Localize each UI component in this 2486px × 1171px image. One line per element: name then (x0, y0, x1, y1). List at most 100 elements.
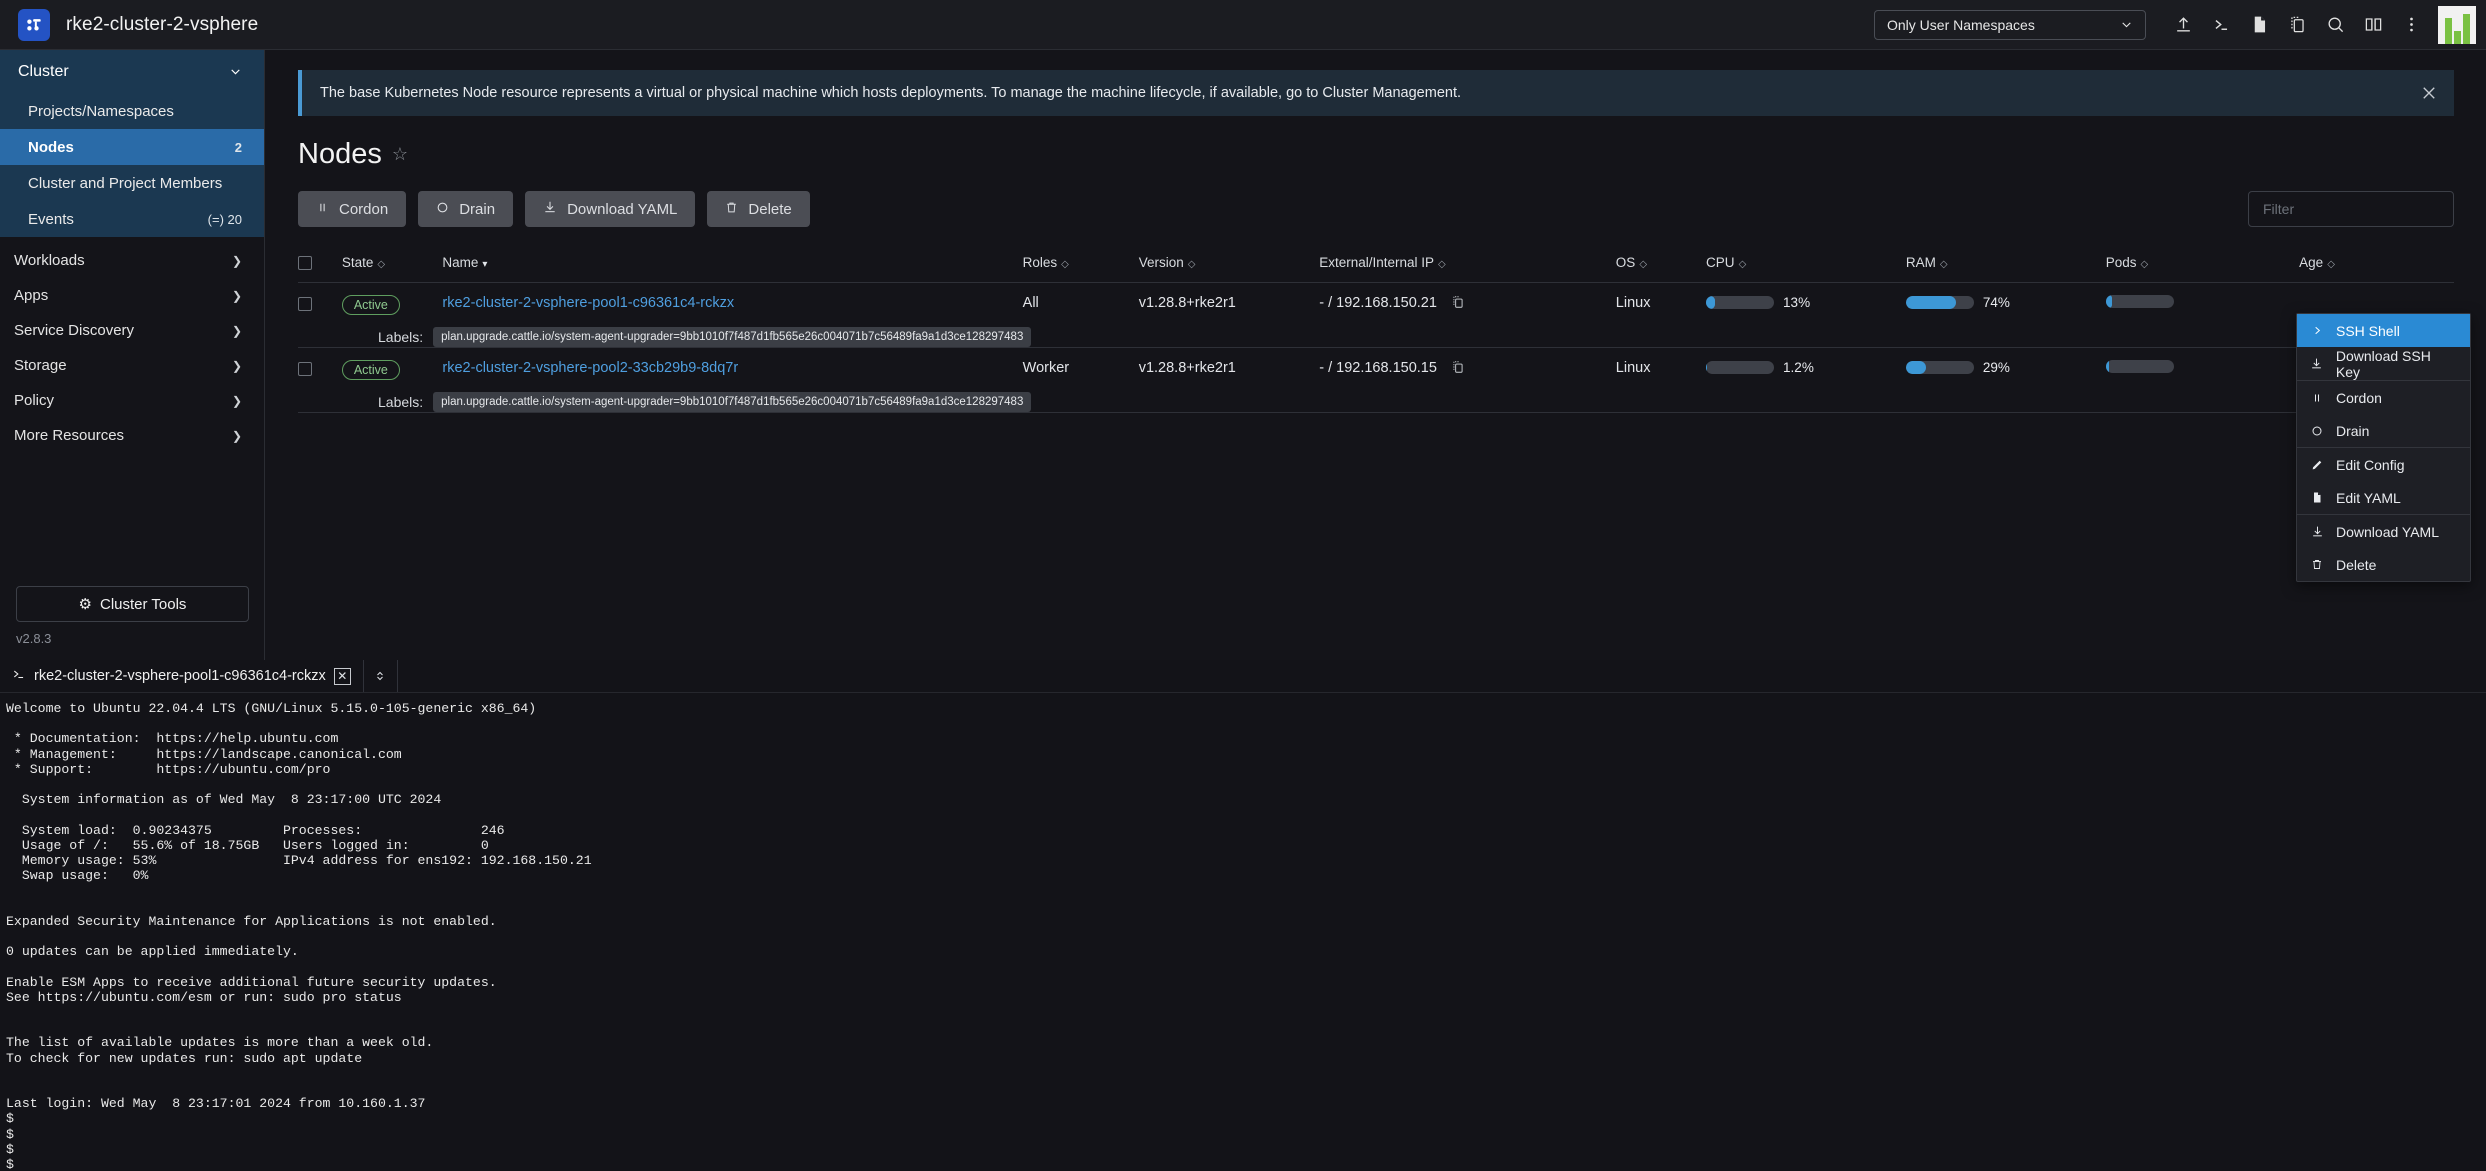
row-checkbox[interactable] (298, 361, 312, 376)
sidebar-group-cluster[interactable]: Cluster (0, 50, 264, 93)
close-icon[interactable] (2420, 84, 2438, 102)
col-os[interactable]: OS ◇ (1615, 245, 1707, 284)
cordon-button-label: Cordon (339, 200, 389, 218)
favorite-star-icon[interactable]: ☆ (392, 144, 408, 165)
chevron-right-icon: ❯ (231, 288, 242, 303)
col-ip-label: External/Internal IP (1319, 255, 1435, 271)
col-name-label: Name (442, 255, 479, 271)
sort-icon: ◇ (1438, 259, 1446, 271)
row-ip-value: - / 192.168.150.21 (1319, 295, 1437, 312)
chevron-down-icon (231, 69, 240, 75)
filter-input[interactable] (2248, 191, 2454, 227)
row-select-cell[interactable] (298, 283, 342, 316)
cluster-tools-button[interactable]: ⚙ Cluster Tools (16, 586, 249, 622)
sidebar-subitems: Projects/Namespaces Nodes 2 Cluster and … (0, 93, 264, 237)
col-ip[interactable]: External/Internal IP ◇ (1319, 245, 1616, 284)
file-icon[interactable] (2240, 0, 2278, 50)
cordon-button[interactable]: Cordon (298, 191, 407, 227)
menu-item-label: Delete (2336, 556, 2377, 573)
row-os-cell: Linux (1615, 360, 1651, 377)
col-name[interactable]: Name ▾ (442, 245, 1023, 284)
menu-item-ssh-shell[interactable]: SSH Shell (2297, 314, 2470, 347)
sidebar-item-service-discovery[interactable]: Service Discovery ❯ (0, 313, 264, 348)
menu-item-drain[interactable]: Drain (2297, 414, 2470, 447)
row-version-cell: v1.28.8+rke2r1 (1138, 295, 1236, 312)
col-roles[interactable]: Roles ◇ (1022, 245, 1139, 284)
ram-meter (1905, 296, 1974, 310)
terminal-tab[interactable]: rke2-cluster-2-vsphere-pool1-c96361c4-rc… (0, 660, 364, 692)
sidebar-item-apps[interactable]: Apps ❯ (0, 278, 264, 313)
kubectl-shell-icon[interactable] (2202, 0, 2240, 50)
table-row[interactable]: Active rke2-cluster-2-vsphere-pool1-c963… (298, 283, 2454, 316)
copy-kubeconfig-icon[interactable] (2278, 0, 2316, 50)
col-ram[interactable]: RAM ◇ (1905, 245, 2106, 284)
row-name-cell[interactable]: rke2-cluster-2-vsphere-pool2-33cb29b9-8d… (442, 348, 1022, 381)
pods-meter (2105, 360, 2174, 374)
menu-item-edit-yaml[interactable]: Edit YAML (2297, 481, 2470, 514)
menu-item-cordon[interactable]: Cordon (2297, 381, 2470, 414)
chevron-right-icon: ❯ (231, 428, 242, 443)
col-pods[interactable]: Pods ◇ (2105, 245, 2300, 284)
search-icon[interactable] (2316, 0, 2354, 50)
sidebar-item-events[interactable]: Events (=) 20 (0, 201, 264, 237)
chevron-right-icon: ❯ (231, 253, 242, 268)
select-all-header[interactable] (298, 245, 342, 284)
sidebar-item-projects-namespaces[interactable]: Projects/Namespaces (0, 93, 264, 129)
file-icon (2309, 491, 2325, 504)
node-name-link[interactable]: rke2-cluster-2-vsphere-pool1-c96361c4-rc… (442, 295, 734, 311)
terminal-output[interactable]: Welcome to Ubuntu 22.04.4 LTS (GNU/Linux… (0, 693, 2486, 1171)
user-avatar[interactable] (2438, 5, 2476, 44)
menu-item-delete[interactable]: Delete (2297, 548, 2470, 581)
node-name-link[interactable]: rke2-cluster-2-vsphere-pool2-33cb29b9-8d… (442, 360, 738, 376)
status-badge: Active (341, 295, 400, 316)
col-os-label: OS (1615, 255, 1636, 271)
col-version[interactable]: Version ◇ (1138, 245, 1320, 284)
sidebar-item-workloads[interactable]: Workloads ❯ (0, 243, 264, 278)
col-age[interactable]: Age ◇ (2299, 245, 2454, 284)
label-chip: plan.upgrade.cattle.io/system-agent-upgr… (433, 327, 1032, 348)
delete-button[interactable]: Delete (707, 191, 810, 227)
row-name-cell[interactable]: rke2-cluster-2-vsphere-pool1-c96361c4-rc… (442, 283, 1022, 316)
copy-icon[interactable] (1451, 360, 1465, 378)
sidebar-item-storage[interactable]: Storage ❯ (0, 348, 264, 383)
menu-item-label: Cordon (2336, 389, 2382, 406)
download-yaml-button[interactable]: Download YAML (525, 191, 696, 227)
terminal-panel: rke2-cluster-2-vsphere-pool1-c96361c4-rc… (0, 660, 2486, 1171)
row-select-cell[interactable] (298, 348, 342, 381)
namespace-filter-select[interactable]: Only User Namespaces (1874, 9, 2146, 40)
sidebar-item-policy[interactable]: Policy ❯ (0, 383, 264, 418)
menu-item-download-yaml[interactable]: Download YAML (2297, 515, 2470, 548)
close-icon[interactable]: ✕ (333, 667, 351, 685)
row-cpu-cell: 13% (1706, 283, 1906, 316)
docs-book-icon[interactable] (2354, 0, 2392, 50)
col-cpu[interactable]: CPU ◇ (1706, 245, 1906, 284)
col-cpu-label: CPU (1706, 255, 1735, 271)
kebab-menu-icon[interactable] (2392, 0, 2430, 50)
expand-collapse-icon[interactable] (364, 660, 398, 692)
info-banner: The base Kubernetes Node resource repres… (298, 70, 2454, 116)
cluster-logo-icon (18, 8, 50, 41)
row-ip-cell: - / 192.168.150.15 (1319, 348, 1616, 381)
menu-item-edit-config[interactable]: Edit Config (2297, 448, 2470, 481)
sidebar-item-nodes[interactable]: Nodes 2 (0, 129, 264, 165)
sidebar-item-more-resources[interactable]: More Resources ❯ (0, 418, 264, 453)
trash-icon (725, 201, 738, 218)
menu-item-download-ssh-key[interactable]: Download SSH Key (2297, 347, 2470, 380)
sidebar-item-cluster-and-project-members[interactable]: Cluster and Project Members (0, 165, 264, 201)
col-state[interactable]: State ◇ (341, 245, 443, 284)
cpu-meter (1706, 296, 1775, 310)
copy-icon[interactable] (1451, 295, 1465, 313)
row-checkbox[interactable] (298, 296, 312, 311)
terminal-tab-label: rke2-cluster-2-vsphere-pool1-c96361c4-rc… (34, 668, 326, 684)
table-row[interactable]: Active rke2-cluster-2-vsphere-pool2-33cb… (298, 348, 2454, 381)
import-yaml-icon[interactable] (2164, 0, 2202, 50)
action-toolbar: Cordon Drain Download YAML Delete (298, 191, 2454, 227)
brand[interactable]: rke2-cluster-2-vsphere (0, 8, 258, 41)
cluster-tools-label: Cluster Tools (100, 595, 187, 613)
select-all-checkbox[interactable] (298, 256, 312, 271)
menu-item-label: Download SSH Key (2335, 347, 2431, 380)
circle-icon (2309, 425, 2325, 437)
sort-icon: ▾ (482, 259, 488, 271)
ram-value: 29% (1982, 360, 2010, 376)
drain-button[interactable]: Drain (418, 191, 514, 227)
